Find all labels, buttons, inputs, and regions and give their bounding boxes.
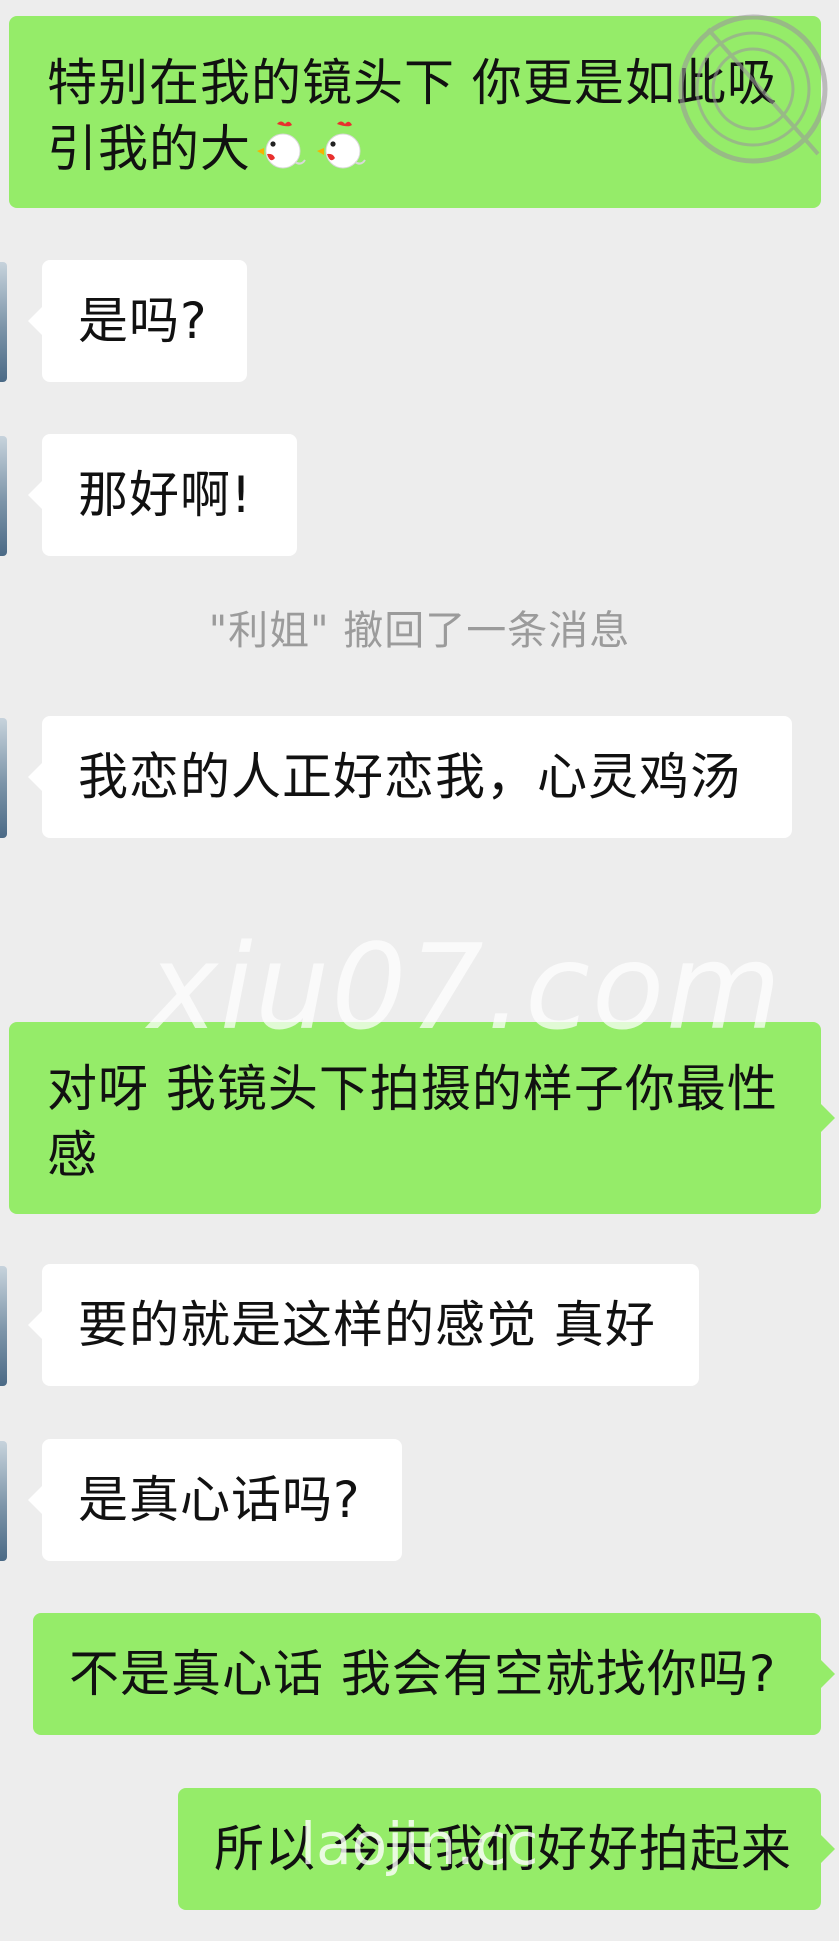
recall-notice: "利姐" 撤回了一条消息 xyxy=(208,608,631,654)
rooster-emoji-icon xyxy=(255,118,311,174)
message-bubble-sent[interactable]: 不是真心话 我会有空就找你吗? xyxy=(33,1613,835,1735)
message-text: 我恋的人正好恋我，心灵鸡汤 xyxy=(78,748,741,806)
message-text: 不是真心话 我会有空就找你吗? xyxy=(69,1645,777,1703)
contact-avatar[interactable] xyxy=(0,262,7,382)
message-bubble-received[interactable]: 要的就是这样的感觉 真好 xyxy=(28,1264,699,1386)
message-bubble-received[interactable]: 是真心话吗? xyxy=(28,1439,402,1561)
contact-avatar[interactable] xyxy=(0,1266,7,1386)
contact-avatar[interactable] xyxy=(0,718,7,838)
contact-avatar[interactable] xyxy=(0,436,7,556)
watermark-bottom: laojin.cc xyxy=(300,1810,539,1878)
message-text: 那好啊! xyxy=(78,466,253,524)
watermark-stamp-icon xyxy=(668,4,838,174)
message-bubble-received[interactable]: 是吗? xyxy=(28,260,247,382)
message-text: 是吗? xyxy=(78,292,208,350)
rooster-emoji-icon xyxy=(315,118,371,174)
watermark-center: xiu07.com xyxy=(148,918,784,1056)
message-bubble-received[interactable]: 那好啊! xyxy=(28,434,297,556)
message-text: 要的就是这样的感觉 真好 xyxy=(78,1296,656,1354)
contact-avatar[interactable] xyxy=(0,1441,7,1561)
message-text: 是真心话吗? xyxy=(78,1471,361,1529)
message-bubble-received[interactable]: 我恋的人正好恋我，心灵鸡汤 xyxy=(28,716,792,838)
message-text: 对呀 我镜头下拍摄的样子你最性感 xyxy=(47,1060,778,1184)
